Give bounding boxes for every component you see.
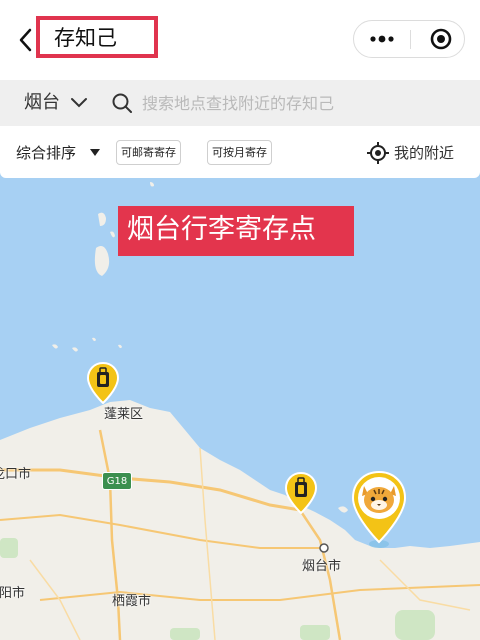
highway-shield-g18: G18 <box>102 472 132 490</box>
map-label-laiyang: 莱阳市 <box>0 586 26 601</box>
chevron-left-icon[interactable] <box>14 24 38 56</box>
luggage-pin[interactable] <box>87 362 119 404</box>
banner: 烟台行李寄存点 <box>118 206 354 256</box>
nearby-button[interactable]: 我的附近 <box>394 143 454 163</box>
map-label-qixia: 栖霞市 <box>112 594 152 609</box>
chevron-down-icon[interactable] <box>70 95 88 111</box>
search-icon <box>112 93 132 113</box>
banner-text: 烟台行李寄存点 <box>127 214 316 245</box>
mini-program-capsule <box>353 20 465 58</box>
locate-icon[interactable] <box>367 142 389 164</box>
more-dots-icon[interactable] <box>354 21 410 57</box>
sort-dropdown[interactable]: 综合排序 <box>16 143 76 163</box>
city-selector[interactable]: 烟台 <box>24 91 60 115</box>
map-label-yantai: 烟台市 <box>302 559 342 574</box>
luggage-pin[interactable] <box>285 472 317 514</box>
page-title: 存知己 <box>54 26 117 50</box>
navigation-bar: 存知己 <box>0 0 480 80</box>
search-input[interactable] <box>142 90 462 116</box>
filter-chip-monthly-storage[interactable]: 可按月寄存 <box>207 140 272 165</box>
map-label-longkou: 龙口市 <box>0 467 32 482</box>
filter-chip-mail-storage[interactable]: 可邮寄寄存 <box>116 140 181 165</box>
page-title-highlight: 存知己 <box>36 16 158 58</box>
caret-down-icon[interactable] <box>90 149 100 157</box>
search-bar: 烟台 <box>0 80 480 126</box>
map-label-penglai: 蓬莱区 <box>104 407 144 422</box>
target-circle-icon[interactable] <box>411 21 465 57</box>
mascot-pin[interactable] <box>350 470 408 550</box>
